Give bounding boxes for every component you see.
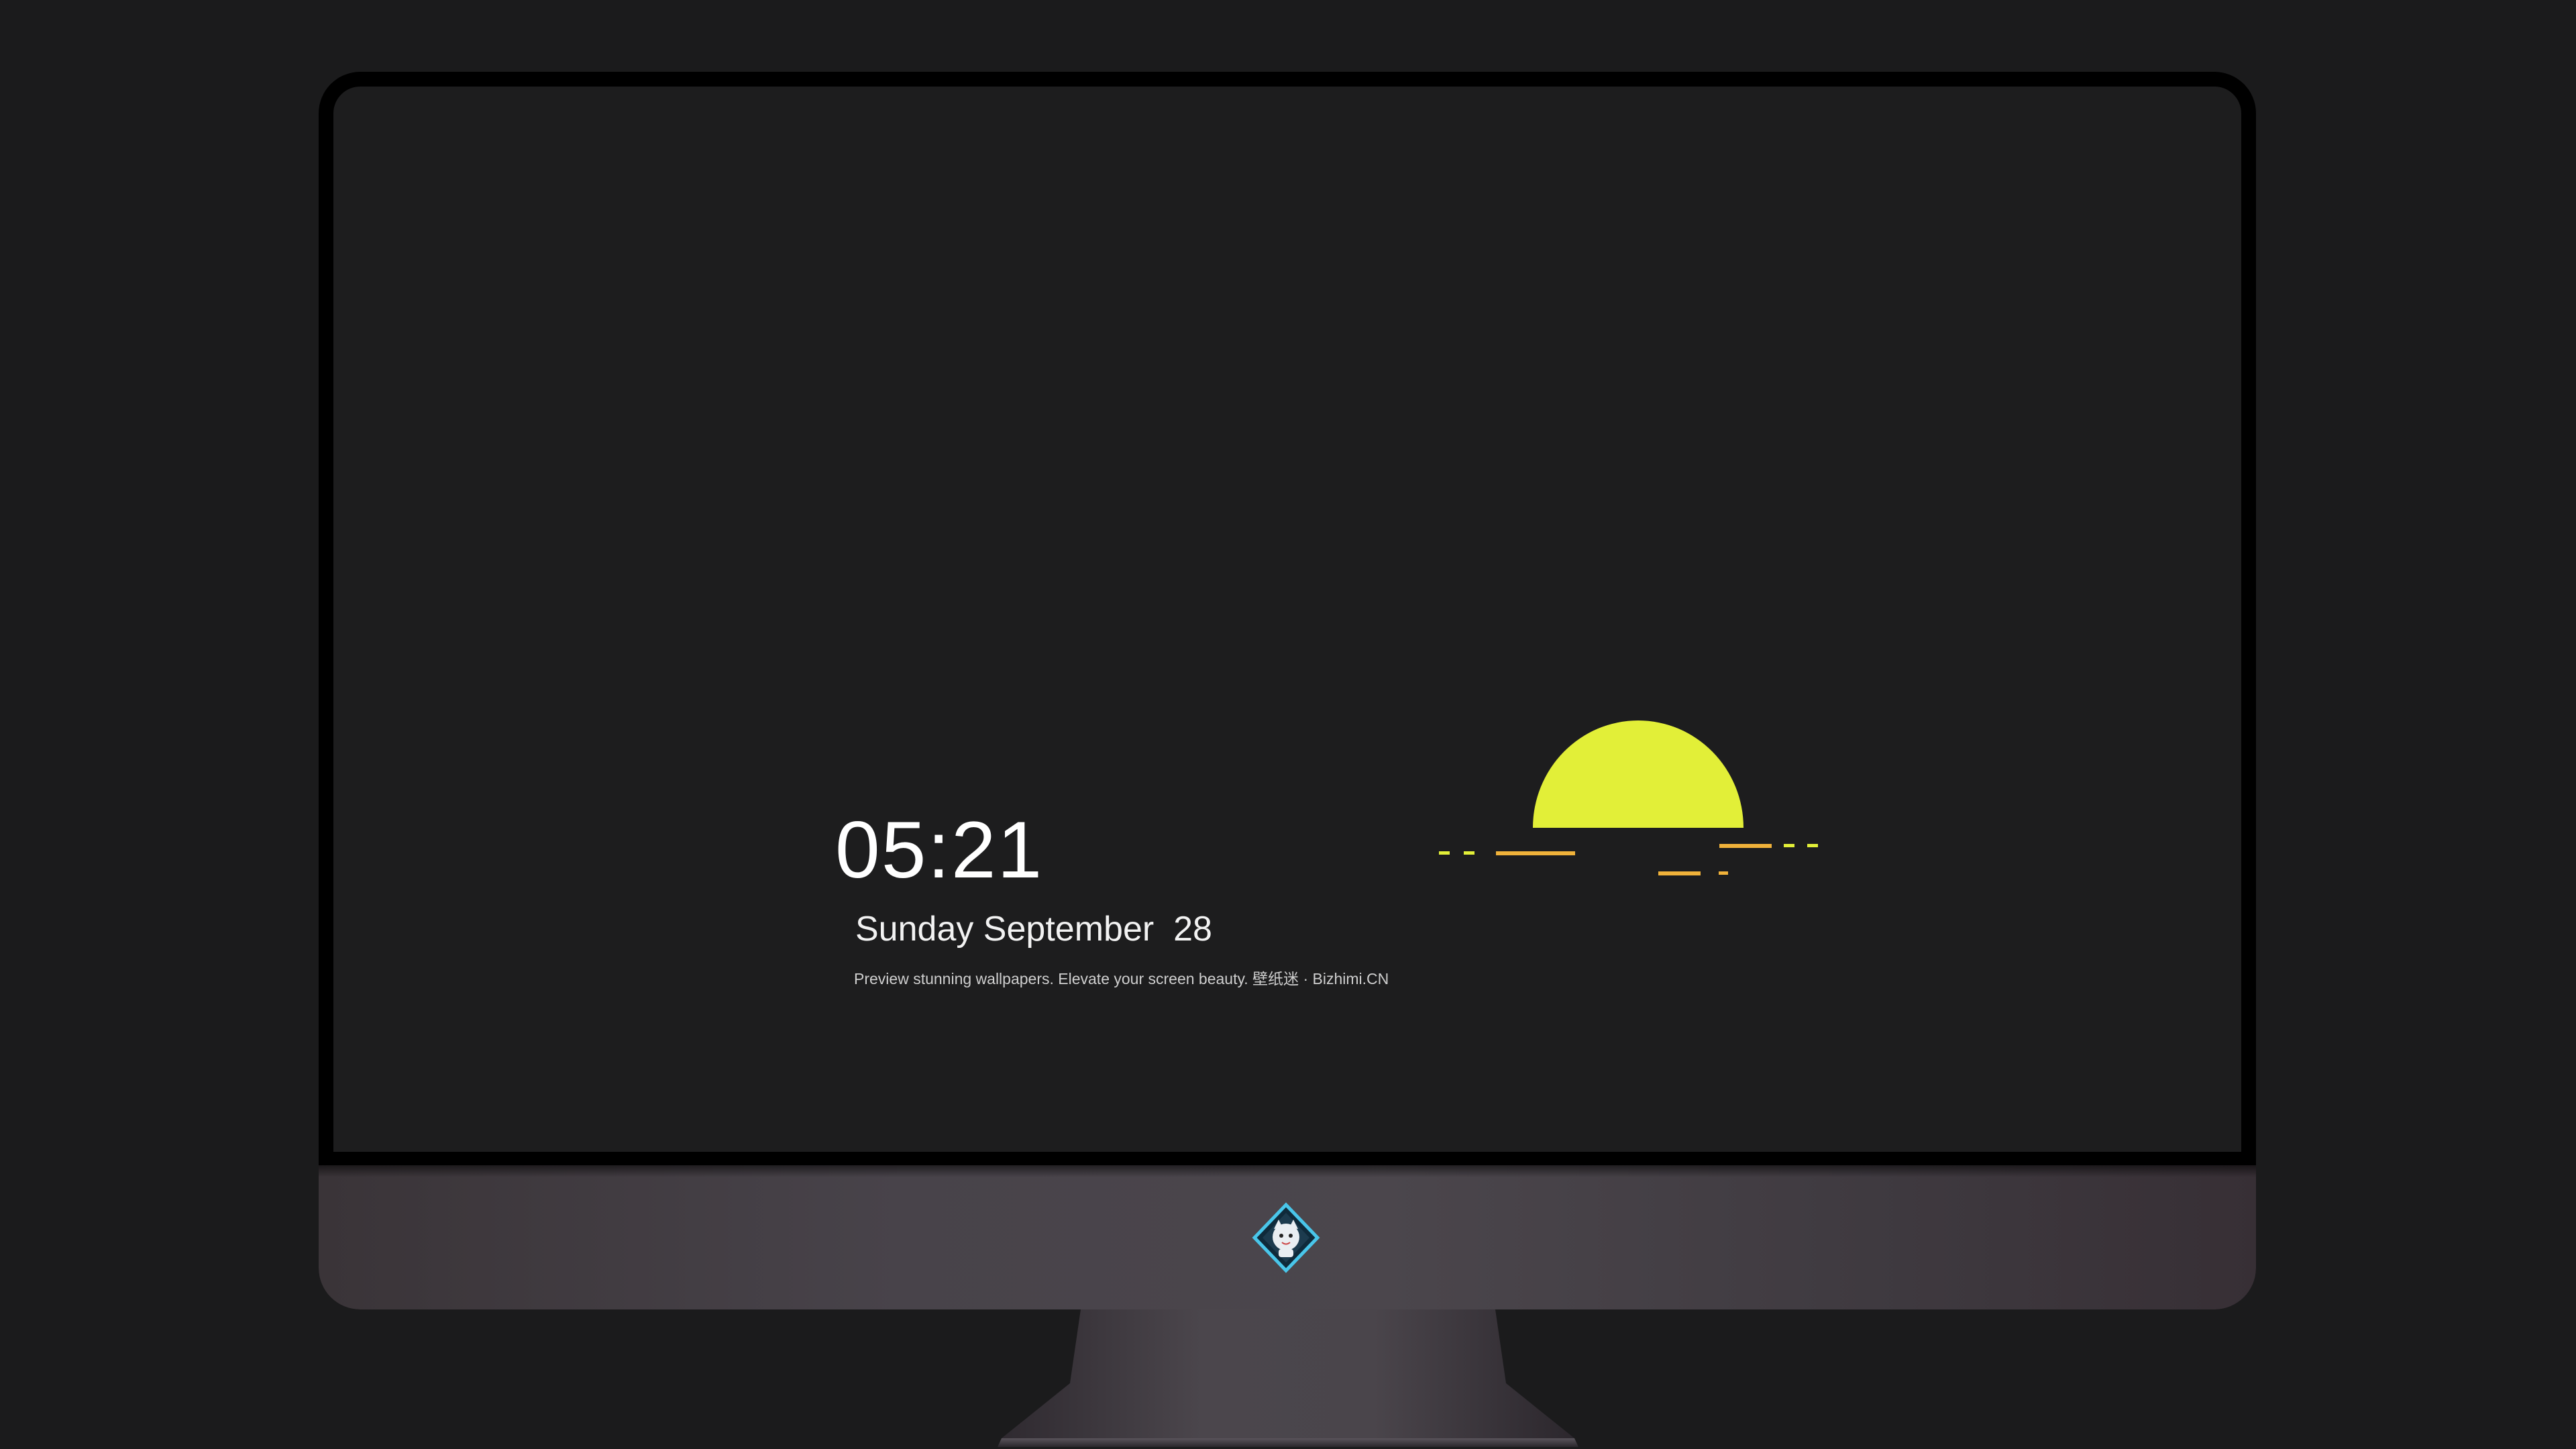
monitor-chin [319, 1165, 2256, 1309]
horizon-dash [1658, 871, 1701, 875]
clock-time: 05:21 [835, 805, 1044, 895]
monitor-stand [998, 1309, 1578, 1447]
lock-screen: 05:21 Sunday September 28 Preview stunni… [333, 87, 2241, 1152]
horizon-dash [1784, 844, 1794, 847]
horizon-dash [1439, 851, 1450, 855]
sun-shape [1533, 720, 1743, 828]
horizon-dash [1496, 851, 1575, 855]
horizon-dash [1807, 844, 1818, 847]
desktop-scene: 05:21 Sunday September 28 Preview stunni… [0, 0, 2576, 1449]
wallpaper-tagline: Preview stunning wallpapers. Elevate you… [854, 970, 1389, 987]
horizon-dash [1464, 851, 1474, 855]
horizon-dash [1719, 844, 1772, 848]
date-label: Sunday September 28 [855, 910, 1212, 949]
horizon-dash [1719, 871, 1728, 875]
sunset-wallpaper-art [1439, 720, 1818, 875]
monitor: 05:21 Sunday September 28 Preview stunni… [319, 72, 2256, 1309]
mascot-logo-icon [1252, 1202, 1320, 1273]
